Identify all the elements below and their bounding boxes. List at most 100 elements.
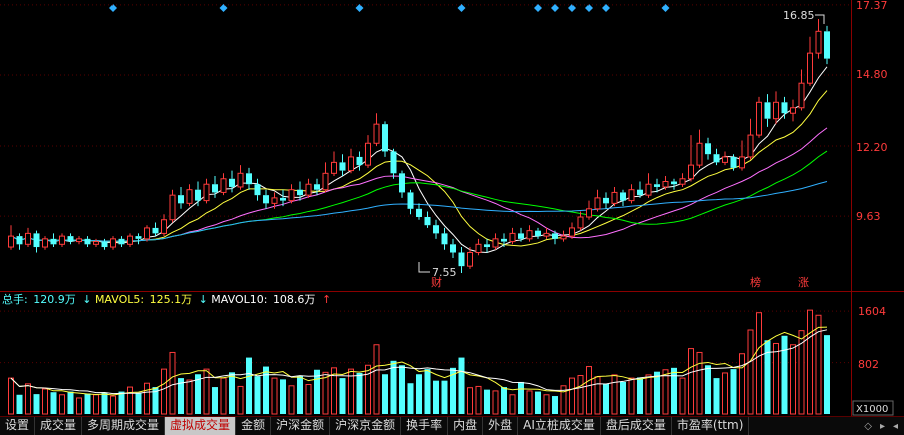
settings-icon[interactable]: ◇ [864, 421, 872, 432]
volume-bar [76, 397, 82, 415]
tab-7[interactable]: 换手率 [401, 417, 449, 435]
tab-label: 内盘 [453, 418, 478, 432]
candle-body [603, 197, 609, 204]
candle-body [713, 154, 720, 163]
candle-body [535, 230, 541, 237]
candle-body [705, 143, 711, 155]
tab-label: AI立桩成交量 [523, 418, 595, 432]
candle-body [458, 252, 465, 267]
mavol5-value: 125.1万 [150, 293, 193, 306]
volume-bar [756, 312, 762, 415]
tab-4[interactable]: 金额 [236, 417, 272, 435]
candle-body [730, 156, 737, 168]
volume-bar [67, 391, 74, 414]
expand-icon[interactable]: ▸ [880, 421, 885, 432]
volume-bar [705, 365, 711, 414]
candle-body [186, 189, 193, 204]
candle-body [620, 192, 626, 201]
tab-label: 市盈率(ttm) [676, 418, 744, 432]
candle-body [254, 184, 261, 196]
candle-body [526, 230, 533, 240]
candle-body [135, 236, 142, 239]
candle-body [331, 161, 337, 174]
total-value: 120.9万 [33, 293, 76, 306]
volume-bar [518, 381, 524, 414]
volume-bar [339, 378, 346, 414]
tab-5[interactable]: 沪深金额 [271, 417, 331, 435]
candle-body [688, 164, 694, 180]
volume-bar [263, 366, 269, 414]
candle-body [475, 243, 482, 254]
marker-zhang[interactable]: 涨 [798, 276, 809, 289]
candle-body [42, 238, 48, 248]
candle-body [441, 233, 448, 245]
candle-body [577, 216, 584, 229]
tab-3[interactable]: 虚拟成交量 [165, 417, 237, 435]
collapse-icon[interactable]: ◂ [893, 421, 898, 432]
marker-bang[interactable]: 榜 [750, 275, 761, 289]
volume-tick-802: 802 [858, 358, 879, 371]
tab-label: 成交量 [40, 418, 77, 432]
marker-cai[interactable]: 财 [431, 275, 442, 289]
price-tick-12-20: 12.20 [856, 141, 888, 154]
candle-body [195, 189, 201, 201]
volume-bar [84, 393, 91, 414]
tab-1[interactable]: 成交量 [35, 417, 83, 435]
volume-bar [254, 376, 261, 414]
candle-body [229, 178, 235, 187]
candle-body [25, 232, 31, 245]
volume-bar [662, 369, 669, 415]
volume-bar [280, 379, 286, 414]
candle-body [178, 195, 184, 204]
volume-bar [594, 376, 601, 415]
candle-body [747, 134, 754, 158]
tab-2[interactable]: 多周期成交量 [82, 417, 166, 435]
volume-bar [679, 377, 686, 415]
total-label: 总手: [2, 292, 28, 306]
price-tick-14-80: 14.80 [856, 68, 888, 81]
candle-body [569, 227, 575, 237]
tab-8[interactable]: 内盘 [448, 417, 484, 435]
candle-body [628, 189, 635, 202]
tab-6[interactable]: 沪深京金额 [330, 417, 402, 435]
volume-bar [620, 381, 626, 414]
volume-bar [484, 389, 490, 414]
tab-9[interactable]: 外盘 [483, 417, 519, 435]
tab-label: 换手率 [406, 418, 443, 432]
candle-body [101, 241, 108, 248]
candle-body [152, 227, 159, 234]
candle-body [764, 102, 771, 119]
volume-bar [169, 351, 176, 415]
volume-legend: 总手: 120.9万 ↓ MAVOL5: 125.1万 ↓ MAVOL10: 1… [2, 292, 331, 306]
volume-bar [781, 335, 788, 414]
candle-body [637, 189, 643, 196]
volume-bar [535, 391, 541, 414]
tab-label: 沪深金额 [276, 418, 325, 432]
candlestick-chart[interactable]: 17.37 14.80 12.20 9.63 1604 802 X1000 16… [0, 0, 904, 416]
volume-bar [501, 387, 507, 414]
candle-body [807, 52, 813, 84]
candle-body [662, 181, 669, 188]
candle-body [722, 156, 728, 163]
mavol5-label: MAVOL5: [95, 293, 144, 306]
volume-bar [645, 374, 652, 415]
volume-bar [186, 379, 193, 415]
tab-label: 盘后成交量 [605, 418, 666, 432]
volume-bar [365, 364, 371, 415]
candle-body [169, 194, 176, 221]
volume-bar [416, 374, 422, 414]
tab-0[interactable]: 设置 [0, 417, 36, 435]
candle-body [339, 162, 346, 171]
tab-12[interactable]: 市盈率(ttm) [672, 417, 750, 435]
volume-bar [203, 368, 210, 415]
candle-body [305, 183, 312, 196]
tab-10[interactable]: AI立桩成交量 [518, 417, 601, 435]
candle-body [501, 238, 507, 242]
candle-body [815, 30, 822, 54]
tab-11[interactable]: 盘后成交量 [601, 417, 672, 435]
volume-bar [161, 368, 167, 415]
volume-bar [229, 372, 235, 414]
candle-body [824, 31, 830, 59]
candle-body [322, 172, 329, 191]
volume-bar [577, 375, 584, 415]
